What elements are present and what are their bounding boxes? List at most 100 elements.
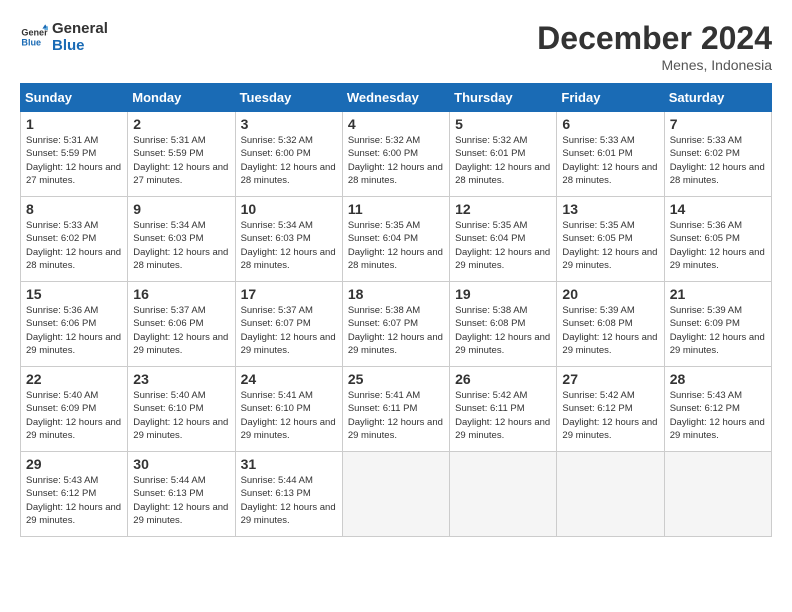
calendar-week-5: 29 Sunrise: 5:43 AM Sunset: 6:12 PM Dayl…	[21, 452, 772, 537]
day-number: 31	[241, 456, 337, 472]
calendar-cell: 21 Sunrise: 5:39 AM Sunset: 6:09 PM Dayl…	[664, 282, 771, 367]
day-info: Sunrise: 5:35 AM Sunset: 6:04 PM Dayligh…	[348, 219, 444, 272]
day-info: Sunrise: 5:35 AM Sunset: 6:04 PM Dayligh…	[455, 219, 551, 272]
calendar-cell: 12 Sunrise: 5:35 AM Sunset: 6:04 PM Dayl…	[450, 197, 557, 282]
calendar-week-3: 15 Sunrise: 5:36 AM Sunset: 6:06 PM Dayl…	[21, 282, 772, 367]
day-number: 2	[133, 116, 229, 132]
day-info: Sunrise: 5:33 AM Sunset: 6:02 PM Dayligh…	[670, 134, 766, 187]
logo-icon: General Blue	[20, 23, 48, 51]
calendar-cell: 25 Sunrise: 5:41 AM Sunset: 6:11 PM Dayl…	[342, 367, 449, 452]
logo: General Blue General Blue	[20, 20, 108, 54]
day-number: 19	[455, 286, 551, 302]
calendar-cell: 2 Sunrise: 5:31 AM Sunset: 5:59 PM Dayli…	[128, 112, 235, 197]
calendar-cell: 27 Sunrise: 5:42 AM Sunset: 6:12 PM Dayl…	[557, 367, 664, 452]
calendar-cell: 16 Sunrise: 5:37 AM Sunset: 6:06 PM Dayl…	[128, 282, 235, 367]
day-number: 17	[241, 286, 337, 302]
calendar-header-row: SundayMondayTuesdayWednesdayThursdayFrid…	[21, 84, 772, 112]
day-number: 16	[133, 286, 229, 302]
page-header: General Blue General Blue December 2024 …	[20, 20, 772, 73]
day-info: Sunrise: 5:32 AM Sunset: 6:01 PM Dayligh…	[455, 134, 551, 187]
day-info: Sunrise: 5:36 AM Sunset: 6:05 PM Dayligh…	[670, 219, 766, 272]
day-info: Sunrise: 5:43 AM Sunset: 6:12 PM Dayligh…	[26, 474, 122, 527]
day-info: Sunrise: 5:31 AM Sunset: 5:59 PM Dayligh…	[26, 134, 122, 187]
day-number: 1	[26, 116, 122, 132]
calendar-table: SundayMondayTuesdayWednesdayThursdayFrid…	[20, 83, 772, 537]
day-info: Sunrise: 5:42 AM Sunset: 6:12 PM Dayligh…	[562, 389, 658, 442]
day-number: 5	[455, 116, 551, 132]
day-number: 15	[26, 286, 122, 302]
day-info: Sunrise: 5:37 AM Sunset: 6:06 PM Dayligh…	[133, 304, 229, 357]
logo-blue: Blue	[52, 37, 108, 54]
calendar-cell: 19 Sunrise: 5:38 AM Sunset: 6:08 PM Dayl…	[450, 282, 557, 367]
calendar-cell: 7 Sunrise: 5:33 AM Sunset: 6:02 PM Dayli…	[664, 112, 771, 197]
day-info: Sunrise: 5:39 AM Sunset: 6:09 PM Dayligh…	[670, 304, 766, 357]
day-info: Sunrise: 5:34 AM Sunset: 6:03 PM Dayligh…	[133, 219, 229, 272]
day-info: Sunrise: 5:35 AM Sunset: 6:05 PM Dayligh…	[562, 219, 658, 272]
day-number: 21	[670, 286, 766, 302]
calendar-cell: 11 Sunrise: 5:35 AM Sunset: 6:04 PM Dayl…	[342, 197, 449, 282]
day-info: Sunrise: 5:33 AM Sunset: 6:02 PM Dayligh…	[26, 219, 122, 272]
day-number: 25	[348, 371, 444, 387]
day-number: 14	[670, 201, 766, 217]
day-number: 12	[455, 201, 551, 217]
day-number: 23	[133, 371, 229, 387]
calendar-cell: 5 Sunrise: 5:32 AM Sunset: 6:01 PM Dayli…	[450, 112, 557, 197]
calendar-cell: 29 Sunrise: 5:43 AM Sunset: 6:12 PM Dayl…	[21, 452, 128, 537]
calendar-week-2: 8 Sunrise: 5:33 AM Sunset: 6:02 PM Dayli…	[21, 197, 772, 282]
day-info: Sunrise: 5:43 AM Sunset: 6:12 PM Dayligh…	[670, 389, 766, 442]
day-info: Sunrise: 5:38 AM Sunset: 6:07 PM Dayligh…	[348, 304, 444, 357]
day-number: 7	[670, 116, 766, 132]
day-number: 20	[562, 286, 658, 302]
day-info: Sunrise: 5:33 AM Sunset: 6:01 PM Dayligh…	[562, 134, 658, 187]
calendar-cell: 18 Sunrise: 5:38 AM Sunset: 6:07 PM Dayl…	[342, 282, 449, 367]
calendar-cell: 28 Sunrise: 5:43 AM Sunset: 6:12 PM Dayl…	[664, 367, 771, 452]
day-info: Sunrise: 5:41 AM Sunset: 6:11 PM Dayligh…	[348, 389, 444, 442]
day-info: Sunrise: 5:38 AM Sunset: 6:08 PM Dayligh…	[455, 304, 551, 357]
col-header-tuesday: Tuesday	[235, 84, 342, 112]
col-header-monday: Monday	[128, 84, 235, 112]
day-number: 10	[241, 201, 337, 217]
day-number: 28	[670, 371, 766, 387]
calendar-cell: 24 Sunrise: 5:41 AM Sunset: 6:10 PM Dayl…	[235, 367, 342, 452]
day-number: 29	[26, 456, 122, 472]
month-title: December 2024	[537, 20, 772, 57]
col-header-saturday: Saturday	[664, 84, 771, 112]
calendar-cell: 4 Sunrise: 5:32 AM Sunset: 6:00 PM Dayli…	[342, 112, 449, 197]
calendar-week-4: 22 Sunrise: 5:40 AM Sunset: 6:09 PM Dayl…	[21, 367, 772, 452]
calendar-cell: 8 Sunrise: 5:33 AM Sunset: 6:02 PM Dayli…	[21, 197, 128, 282]
calendar-cell: 15 Sunrise: 5:36 AM Sunset: 6:06 PM Dayl…	[21, 282, 128, 367]
day-info: Sunrise: 5:40 AM Sunset: 6:09 PM Dayligh…	[26, 389, 122, 442]
calendar-cell: 22 Sunrise: 5:40 AM Sunset: 6:09 PM Dayl…	[21, 367, 128, 452]
location: Menes, Indonesia	[537, 57, 772, 73]
day-info: Sunrise: 5:39 AM Sunset: 6:08 PM Dayligh…	[562, 304, 658, 357]
calendar-cell	[664, 452, 771, 537]
calendar-cell: 14 Sunrise: 5:36 AM Sunset: 6:05 PM Dayl…	[664, 197, 771, 282]
day-number: 3	[241, 116, 337, 132]
day-info: Sunrise: 5:41 AM Sunset: 6:10 PM Dayligh…	[241, 389, 337, 442]
day-number: 22	[26, 371, 122, 387]
day-info: Sunrise: 5:34 AM Sunset: 6:03 PM Dayligh…	[241, 219, 337, 272]
calendar-cell: 30 Sunrise: 5:44 AM Sunset: 6:13 PM Dayl…	[128, 452, 235, 537]
day-info: Sunrise: 5:44 AM Sunset: 6:13 PM Dayligh…	[133, 474, 229, 527]
calendar-cell	[342, 452, 449, 537]
calendar-cell: 6 Sunrise: 5:33 AM Sunset: 6:01 PM Dayli…	[557, 112, 664, 197]
day-number: 9	[133, 201, 229, 217]
day-number: 18	[348, 286, 444, 302]
day-info: Sunrise: 5:42 AM Sunset: 6:11 PM Dayligh…	[455, 389, 551, 442]
day-number: 26	[455, 371, 551, 387]
day-info: Sunrise: 5:36 AM Sunset: 6:06 PM Dayligh…	[26, 304, 122, 357]
day-number: 30	[133, 456, 229, 472]
calendar-cell	[450, 452, 557, 537]
svg-text:General: General	[21, 28, 48, 38]
col-header-sunday: Sunday	[21, 84, 128, 112]
day-number: 6	[562, 116, 658, 132]
day-number: 13	[562, 201, 658, 217]
day-info: Sunrise: 5:44 AM Sunset: 6:13 PM Dayligh…	[241, 474, 337, 527]
calendar-cell	[557, 452, 664, 537]
col-header-thursday: Thursday	[450, 84, 557, 112]
calendar-cell: 31 Sunrise: 5:44 AM Sunset: 6:13 PM Dayl…	[235, 452, 342, 537]
calendar-cell: 10 Sunrise: 5:34 AM Sunset: 6:03 PM Dayl…	[235, 197, 342, 282]
col-header-friday: Friday	[557, 84, 664, 112]
day-number: 8	[26, 201, 122, 217]
calendar-cell: 9 Sunrise: 5:34 AM Sunset: 6:03 PM Dayli…	[128, 197, 235, 282]
